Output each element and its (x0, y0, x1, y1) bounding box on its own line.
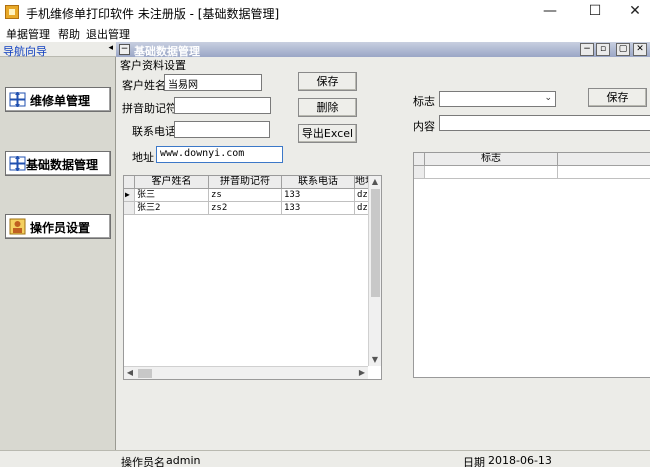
pinyin-input[interactable] (174, 97, 271, 114)
scroll-thumb[interactable] (371, 189, 380, 297)
scroll-thumb[interactable] (138, 369, 152, 378)
table-cell[interactable]: zs (209, 189, 282, 202)
phone-input[interactable] (174, 121, 270, 138)
address-label: 地址 (132, 151, 154, 164)
child-minimize-button[interactable]: ▫ (596, 43, 610, 56)
operator-value: admin (166, 454, 201, 467)
column-header-empty (558, 153, 650, 166)
menu-bar: 单据管理 帮助 退出管理 (0, 24, 650, 42)
window-title: 手机维修单打印软件 未注册版 - [基础数据管理] (26, 7, 280, 21)
export-excel-button[interactable]: 导出Excel (298, 124, 357, 143)
vertical-scrollbar[interactable]: ▲ ▼ (368, 176, 381, 366)
address-input[interactable]: www.downyi.com (156, 146, 283, 163)
table-cell[interactable]: 133 (282, 202, 355, 215)
scroll-up-icon[interactable]: ▲ (369, 176, 381, 188)
arrows-icon (9, 156, 26, 171)
table-cell[interactable] (425, 166, 558, 179)
status-bar: 操作员名 admin 日期 2018-06-13 (0, 450, 650, 467)
sidebar: 维修单管理 基础数据管理 操作员设置 (0, 57, 116, 450)
tag-table[interactable]: 标志 (413, 152, 650, 378)
save-button[interactable]: 保存 (298, 72, 357, 91)
row-indicator-header (414, 153, 425, 166)
table-cell[interactable]: 张三2 (135, 202, 209, 215)
arrows-icon (9, 92, 26, 107)
table-cell[interactable]: 133 (282, 189, 355, 202)
collapse-icon[interactable]: ◂ (108, 43, 113, 53)
menu-exit[interactable]: 退出管理 (86, 26, 130, 42)
chevron-down-icon: ⌄ (544, 93, 552, 103)
row-indicator-header (124, 176, 135, 189)
current-row-marker: ▶ (124, 189, 135, 202)
user-icon (9, 218, 26, 235)
table-cell[interactable]: 张三 (135, 189, 209, 202)
table-cell[interactable] (558, 166, 650, 179)
tag-select[interactable]: ⌄ (439, 91, 556, 107)
date-value: 2018-06-13 (488, 454, 552, 467)
column-header[interactable]: 联系电话 (282, 176, 355, 189)
nav-label: 基础数据管理 (26, 158, 99, 172)
close-button[interactable]: ✕ (615, 0, 650, 24)
scroll-down-icon[interactable]: ▼ (369, 354, 381, 366)
child-restore-down-button[interactable]: − (580, 43, 594, 56)
customer-name-label: 客户姓名 (122, 79, 166, 92)
sidebar-header: 导航向导 ◂ (0, 42, 116, 58)
basic-data-window: − 基础数据管理 − ▫ ▢ ✕ 客户资料设置 客户姓名 当易网 拼音助记符 联… (116, 42, 650, 450)
content-label: 内容 (413, 120, 435, 133)
table-cell[interactable]: zs2 (209, 202, 282, 215)
child-maximize-button[interactable]: ▢ (616, 43, 630, 56)
menu-documents[interactable]: 单据管理 (6, 26, 50, 42)
nav-label: 维修单管理 (30, 94, 91, 108)
app-icon (5, 5, 19, 19)
customer-table[interactable]: 客户姓名 拼音助记符 联系电话 地址 ▶ 张三 zs 133 dz 张三2 zs… (123, 175, 382, 380)
date-label: 日期 (463, 456, 485, 467)
child-title-bar: − 基础数据管理 − ▫ ▢ ✕ (116, 42, 650, 58)
row-indicator (124, 202, 135, 215)
menu-help[interactable]: 帮助 (58, 26, 80, 42)
row-indicator (414, 166, 425, 179)
nav-operator-settings[interactable]: 操作员设置 (5, 214, 111, 239)
column-header[interactable]: 拼音助记符 (209, 176, 282, 189)
content-input[interactable] (439, 115, 650, 131)
tag-label: 标志 (413, 95, 435, 108)
delete-button[interactable]: 删除 (298, 98, 357, 117)
column-header[interactable]: 标志 (425, 153, 558, 166)
child-close-button[interactable]: ✕ (633, 43, 647, 56)
horizontal-scrollbar[interactable]: ◀ ▶ (124, 366, 368, 379)
customer-name-input[interactable]: 当易网 (164, 74, 262, 91)
scroll-right-icon[interactable]: ▶ (356, 367, 368, 379)
maximize-button[interactable]: ☐ (575, 0, 615, 24)
nav-repair-orders[interactable]: 维修单管理 (5, 87, 111, 112)
nav-basic-data[interactable]: 基础数据管理 (5, 151, 111, 176)
minimize-button[interactable]: — (530, 0, 570, 24)
operator-label: 操作员名 (121, 456, 165, 467)
system-menu-icon[interactable]: − (119, 44, 130, 55)
column-header[interactable]: 客户姓名 (135, 176, 209, 189)
title-bar: 手机维修单打印软件 未注册版 - [基础数据管理] — ☐ ✕ (0, 0, 650, 24)
nav-label: 操作员设置 (30, 221, 91, 235)
pinyin-label: 拼音助记符 (122, 102, 177, 115)
tag-save-button[interactable]: 保存 (588, 88, 647, 107)
phone-label: 联系电话 (132, 125, 176, 138)
scroll-left-icon[interactable]: ◀ (124, 367, 136, 379)
customer-group-label: 客户资料设置 (120, 59, 186, 72)
